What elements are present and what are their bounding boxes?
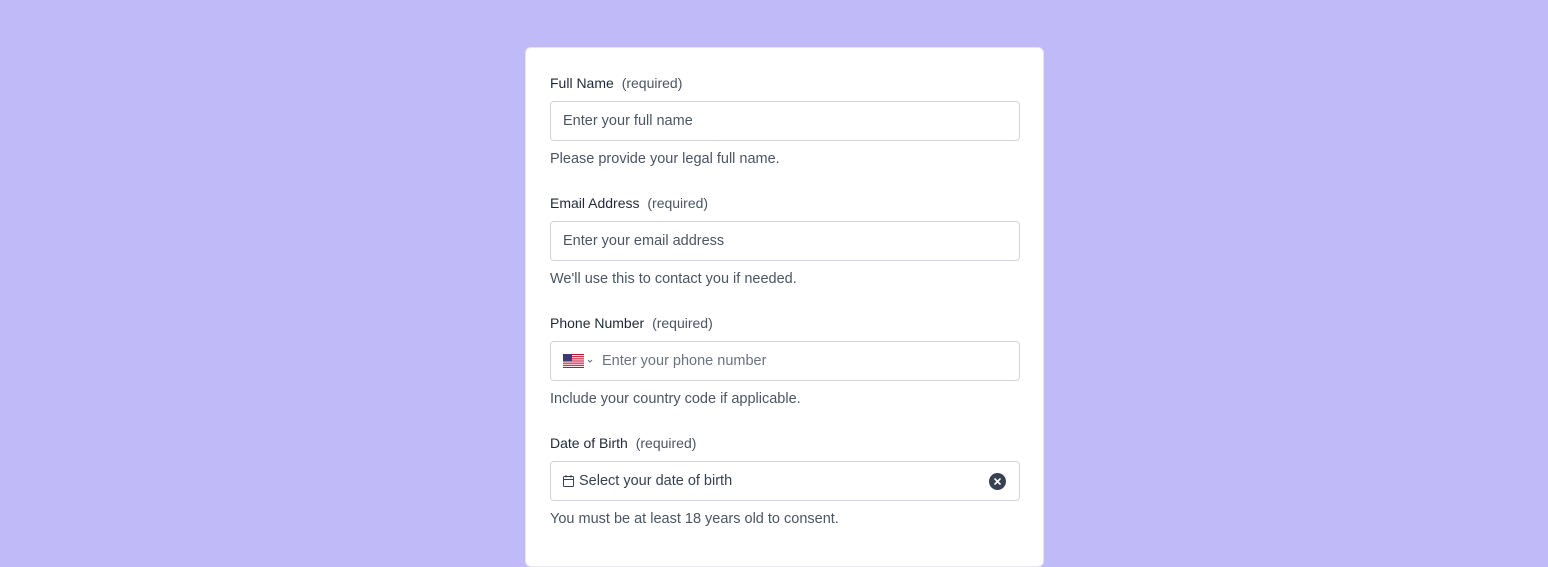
full-name-placeholder: Enter your full name <box>563 113 693 129</box>
full-name-helper: Please provide your legal full name. <box>550 151 780 167</box>
email-label: Email Address <box>550 195 640 211</box>
chevron-down-icon <box>587 359 593 363</box>
full-name-field: Full Name (required) Enter your full nam… <box>550 73 1020 168</box>
phone-label-row: Phone Number (required) <box>550 313 1020 333</box>
phone-field: Phone Number (required) Enter your phone… <box>550 313 1020 408</box>
email-helper: We'll use this to contact you if needed. <box>550 271 797 287</box>
dob-required-tag: (required) <box>635 435 697 451</box>
phone-label: Phone Number <box>550 315 645 331</box>
full-name-label: Full Name <box>550 75 614 91</box>
phone-required-tag: (required) <box>652 315 713 331</box>
dob-placeholder: Select your date of birth <box>579 473 733 489</box>
close-icon <box>994 478 1001 485</box>
phone-input[interactable]: Enter your phone number <box>550 341 1020 381</box>
dob-helper: You must be at least 18 years old to con… <box>550 511 839 527</box>
dob-input[interactable]: Select your date of birth <box>550 461 1020 501</box>
email-field: Email Address (required) Enter your emai… <box>550 193 1020 288</box>
full-name-input[interactable]: Enter your full name <box>550 101 1020 141</box>
email-label-row: Email Address (required) <box>550 193 1020 213</box>
phone-helper: Include your country code if applicable. <box>550 391 801 407</box>
country-code-selector[interactable] <box>563 354 594 368</box>
phone-placeholder: Enter your phone number <box>602 353 767 369</box>
dob-field: Date of Birth (required) Select your dat… <box>550 433 1020 528</box>
calendar-icon <box>563 475 574 487</box>
full-name-required-tag: (required) <box>621 75 683 91</box>
clear-date-button[interactable] <box>989 473 1006 490</box>
dob-label: Date of Birth <box>550 435 628 451</box>
full-name-label-row: Full Name (required) <box>550 73 1020 93</box>
email-input[interactable]: Enter your email address <box>550 221 1020 261</box>
email-required-tag: (required) <box>647 195 709 211</box>
dob-label-row: Date of Birth (required) <box>550 433 1020 453</box>
form-card: Full Name (required) Enter your full nam… <box>525 47 1044 567</box>
us-flag-icon <box>563 354 584 368</box>
email-placeholder: Enter your email address <box>563 233 725 249</box>
